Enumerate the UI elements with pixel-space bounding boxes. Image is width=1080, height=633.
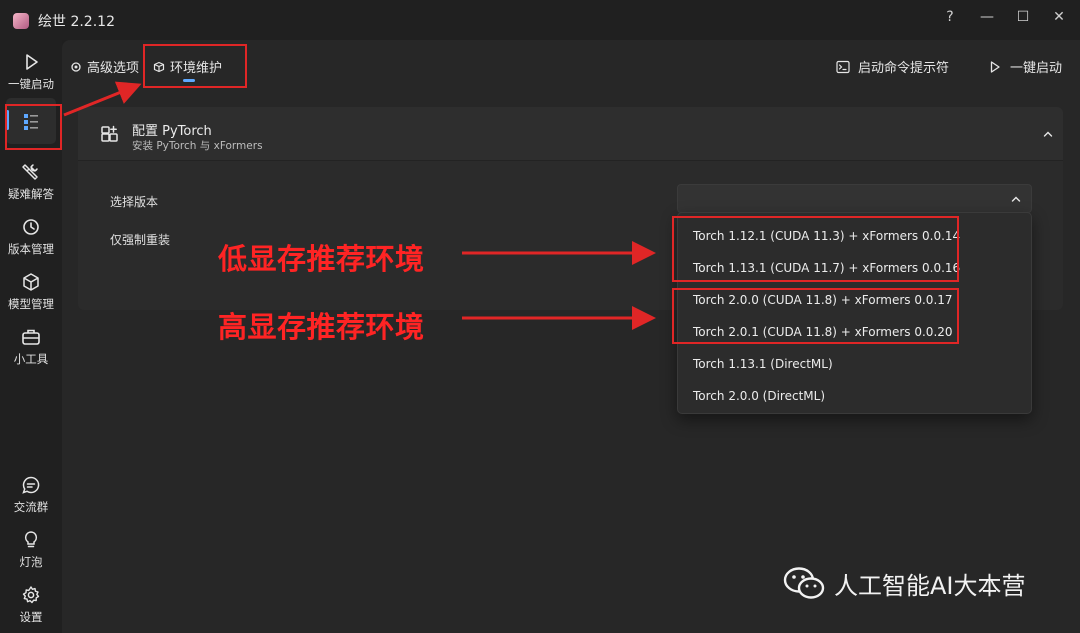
highlight-box-low-vram [672,216,959,282]
sidebar-item-community[interactable]: 交流群 [0,475,62,515]
panel-header[interactable]: 配置 PyTorch 安装 PyTorch 与 xFormers [78,107,1063,161]
gear-small-icon [71,61,81,72]
sidebar-item-models[interactable]: 模型管理 [0,272,62,312]
close-button[interactable]: ✕ [1045,5,1073,29]
cube-icon [23,273,39,291]
history-icon [23,219,39,235]
highlight-box-sidebar [5,104,62,150]
tab-advanced-options[interactable]: 高级选项 [70,57,139,76]
bulb-icon [24,531,38,548]
sidebar-item-label: 一键启动 [8,77,54,91]
highlight-box-tab [143,44,247,88]
sidebar-item-settings[interactable]: 设置 [0,585,62,625]
wechat-icon [783,567,825,599]
chat-icon [22,476,40,494]
toolbox-icon [22,329,40,345]
force-reinstall-label: 仅强制重装 [110,233,171,247]
open-terminal-label: 启动命令提示符 [858,61,950,76]
panel-title: 配置 PyTorch [132,124,212,139]
sidebar-item-label: 灯泡 [19,555,43,569]
play-icon [26,54,38,70]
one-click-launch-label: 一键启动 [1010,61,1063,76]
watermark: 人工智能AI大本营 [782,565,1026,601]
gear-icon [22,586,40,604]
terminal-icon [836,60,850,73]
panel-subtitle: 安装 PyTorch 与 xFormers [132,140,263,152]
annotation-high-vram: 高显存推荐环境 [218,310,425,344]
chevron-up-icon [1011,196,1021,202]
sidebar-item-label: 小工具 [13,352,49,366]
maximize-button[interactable]: ☐ [1009,5,1037,29]
window-title: 绘世 2.2.12 [38,14,115,30]
apps-add-icon [101,125,118,142]
play-small-icon [990,60,1000,73]
select-version-label: 选择版本 [110,195,159,209]
sidebar-item-label: 模型管理 [8,297,54,311]
annotation-low-vram: 低显存推荐环境 [218,242,425,276]
sidebar-item-launch[interactable]: 一键启动 [0,52,62,92]
sidebar-item-label: 疑难解答 [8,187,54,201]
sidebar-item-label: 交流群 [13,500,49,514]
sidebar-item-tools[interactable]: 小工具 [0,327,62,367]
dropdown-option[interactable]: Torch 1.13.1 (DirectML) [693,357,833,371]
sidebar-item-versions[interactable]: 版本管理 [0,217,62,257]
tab-label: 高级选项 [87,61,140,76]
app-logo-icon [13,13,29,29]
version-select[interactable] [677,184,1032,213]
title-bar: 绘世 2.2.12 ? — ☐ ✕ [0,0,1080,40]
sidebar-item-label: 版本管理 [8,242,54,256]
sidebar-item-troubleshoot[interactable]: 疑难解答 [0,162,62,202]
highlight-box-high-vram [672,288,959,344]
one-click-launch-button[interactable]: 一键启动 [988,57,1062,76]
tools-icon [22,164,38,180]
watermark-text: 人工智能AI大本营 [834,571,1026,600]
minimize-button[interactable]: — [973,5,1001,29]
sidebar-item-label: 设置 [19,610,43,624]
chevron-up-icon[interactable] [1042,128,1054,140]
dropdown-option[interactable]: Torch 2.0.0 (DirectML) [693,389,825,403]
help-button[interactable]: ? [936,5,964,29]
open-terminal-button[interactable]: 启动命令提示符 [836,57,949,76]
sidebar-item-bulb[interactable]: 灯泡 [0,530,62,570]
